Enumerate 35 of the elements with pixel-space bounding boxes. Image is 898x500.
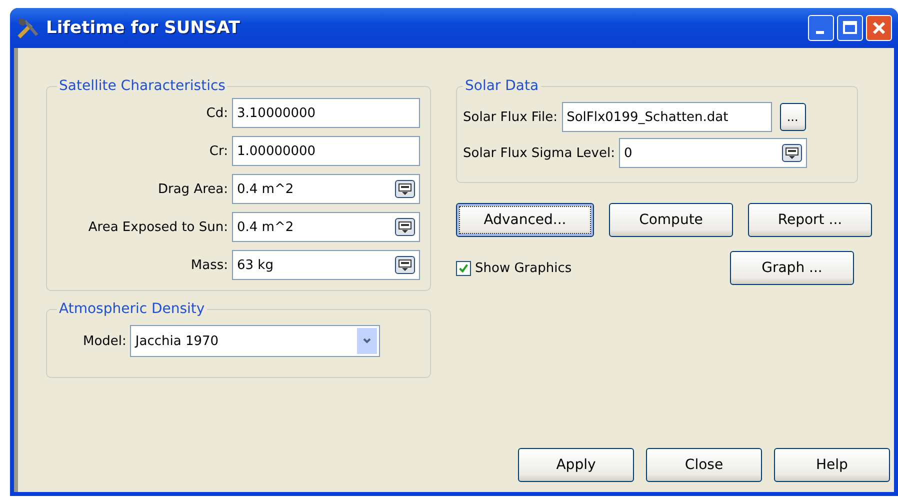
field-label: Cr: [208,144,228,158]
input-field[interactable]: 1.00000000 [232,136,420,166]
field-label: Model: [83,334,126,348]
field-label: Area Exposed to Sun: [88,220,228,234]
field-label: Cd: [205,106,228,120]
input-field[interactable]: 3.10000000 [232,98,420,128]
browse-button[interactable]: ... [780,103,806,131]
group-title: Atmospheric Density [58,301,206,317]
checkmark-icon[interactable] [458,262,469,274]
dialog-button[interactable]: Help [774,448,890,482]
show-graphics-checkbox[interactable]: Show Graphics [456,260,572,276]
field-label: Drag Area: [156,182,228,196]
action-button[interactable]: Advanced... [456,203,594,237]
graph-button[interactable]: Graph ... [730,251,854,285]
file-field[interactable]: SolFlx0199_Schatten.dat [562,102,772,132]
model-dropdown[interactable]: Jacchia 1970 [130,325,380,357]
action-button[interactable]: Compute [609,203,733,237]
field-label: Mass: [190,258,228,272]
input-field[interactable]: 0.4 m^2 [232,174,420,204]
sigma-field[interactable]: 0 [619,138,807,168]
tools-icon [16,16,40,40]
input-field[interactable]: 63 kg [232,250,420,280]
picker-icon[interactable] [395,218,415,236]
group-title: Satellite Characteristics [58,78,226,94]
picker-icon[interactable] [395,256,415,274]
action-button[interactable]: Report ... [748,203,872,237]
field-label: Solar Flux File: [463,110,558,124]
picker-icon[interactable] [782,144,802,162]
input-field[interactable]: 0.4 m^2 [232,212,420,242]
dialog-button[interactable]: Apply [518,448,634,482]
field-label: Solar Flux Sigma Level: [463,146,615,160]
window-title: Lifetime for SUNSAT [46,18,242,38]
group-title: Solar Data [464,78,540,94]
picker-icon[interactable] [395,180,415,198]
dialog-button[interactable]: Close [646,448,762,482]
